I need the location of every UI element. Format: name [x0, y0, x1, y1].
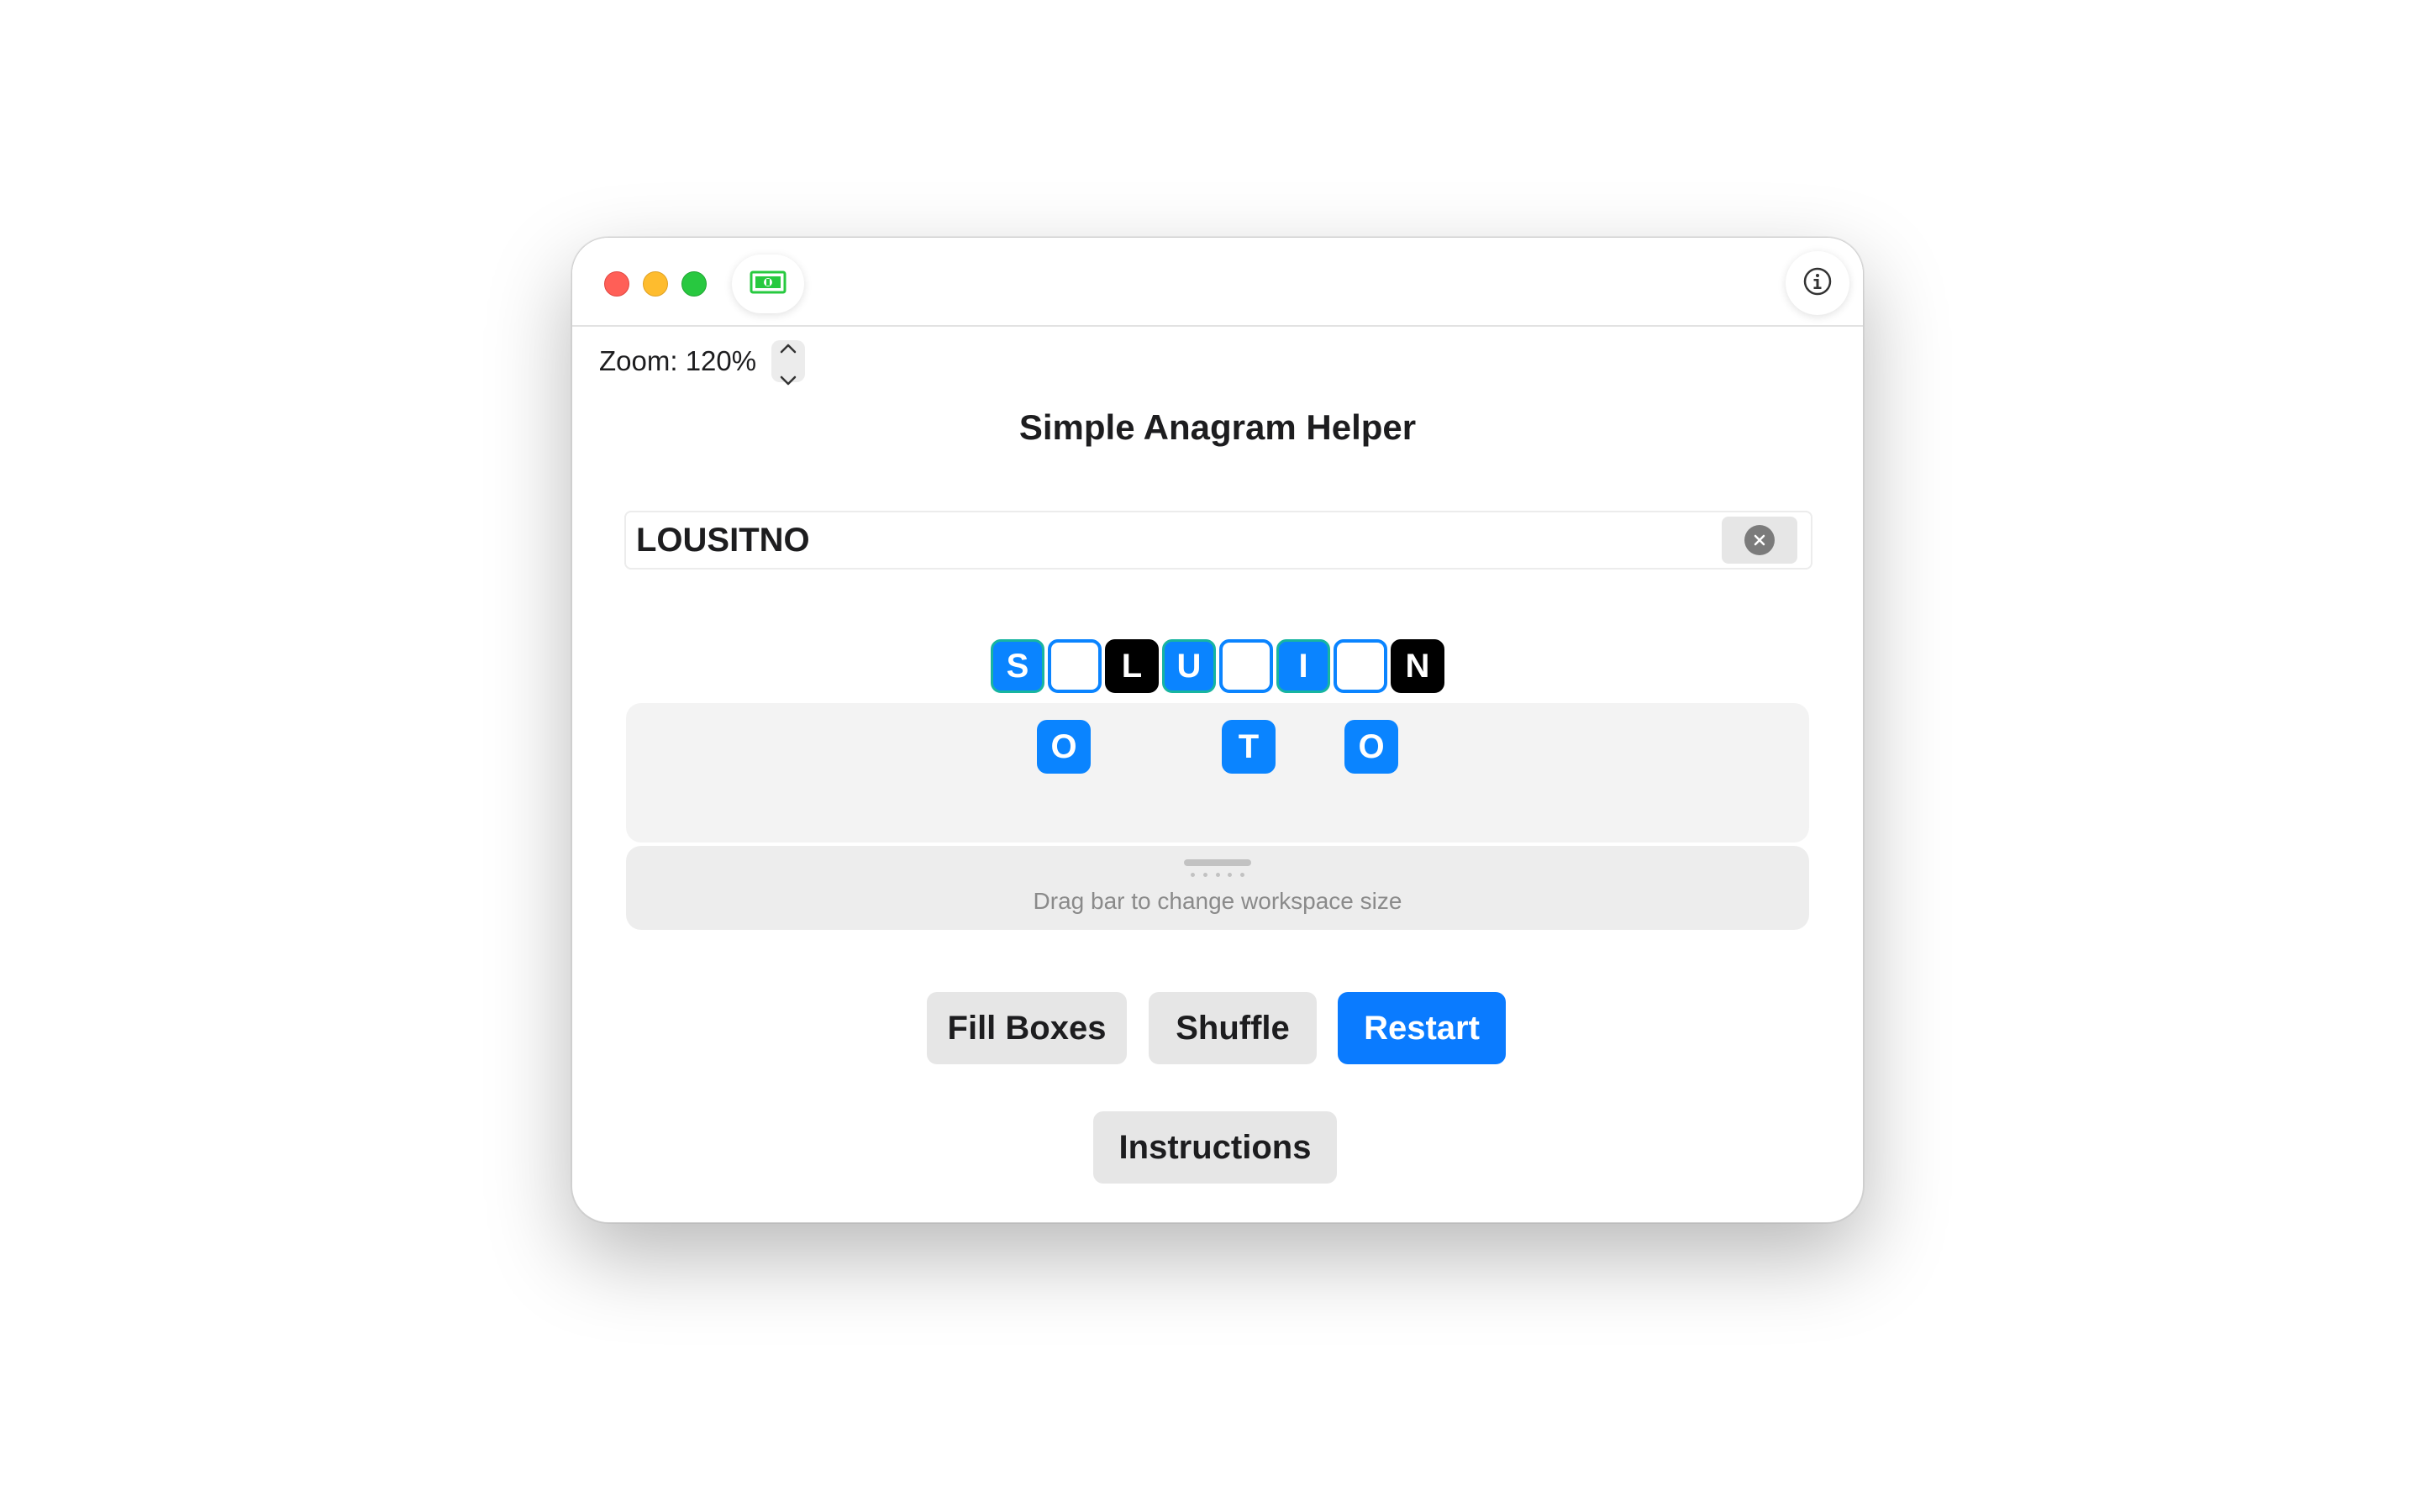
money-icon — [750, 270, 786, 298]
clear-icon — [1744, 525, 1775, 555]
answer-slot[interactable]: L — [1105, 639, 1159, 693]
zoom-stepper[interactable] — [771, 340, 806, 386]
drag-dots-icon — [1191, 873, 1244, 878]
drag-handle[interactable] — [1184, 859, 1251, 866]
toolbar-money-button[interactable] — [732, 255, 804, 313]
answer-slot[interactable]: U — [1162, 639, 1216, 693]
chevron-up-icon[interactable] — [778, 329, 798, 361]
zoom-control: Zoom: 120% — [599, 340, 806, 386]
workspace-resize-bar[interactable]: Drag bar to change workspace size — [626, 846, 1809, 930]
zoom-window-button[interactable] — [681, 271, 707, 297]
shuffle-button[interactable]: Shuffle — [1149, 992, 1317, 1064]
letter-tile[interactable]: T — [1222, 720, 1276, 774]
info-icon — [1802, 266, 1833, 301]
letter-workspace: O T O — [626, 703, 1809, 843]
clear-button[interactable] — [1722, 517, 1797, 564]
answer-slot[interactable] — [1048, 639, 1102, 693]
answer-slot[interactable]: N — [1391, 639, 1444, 693]
answer-slot[interactable] — [1334, 639, 1387, 693]
word-input-field[interactable] — [624, 511, 1812, 570]
drag-hint: Drag bar to change workspace size — [1033, 888, 1402, 914]
answer-slot[interactable] — [1219, 639, 1273, 693]
app-window: Zoom: 120% Simple Anagram Helper S L U — [571, 237, 1864, 1223]
minimize-window-button[interactable] — [643, 271, 668, 297]
title-bar — [572, 238, 1863, 327]
answer-slot[interactable]: I — [1276, 639, 1330, 693]
restart-button[interactable]: Restart — [1338, 992, 1506, 1064]
close-window-button[interactable] — [604, 271, 629, 297]
letter-tile[interactable]: O — [1344, 720, 1398, 774]
chevron-down-icon[interactable] — [778, 361, 798, 393]
instructions-button[interactable]: Instructions — [1093, 1111, 1337, 1184]
fill-boxes-button[interactable]: Fill Boxes — [927, 992, 1127, 1064]
word-input[interactable] — [636, 517, 1695, 563]
zoom-label: Zoom: 120% — [599, 345, 757, 376]
toolbar-info-button[interactable] — [1786, 251, 1849, 315]
answer-slot[interactable]: S — [991, 639, 1044, 693]
page-title: Simple Anagram Helper — [1018, 407, 1417, 447]
answer-slots: S L U I N — [572, 639, 1863, 693]
letter-tile[interactable]: O — [1037, 720, 1091, 774]
